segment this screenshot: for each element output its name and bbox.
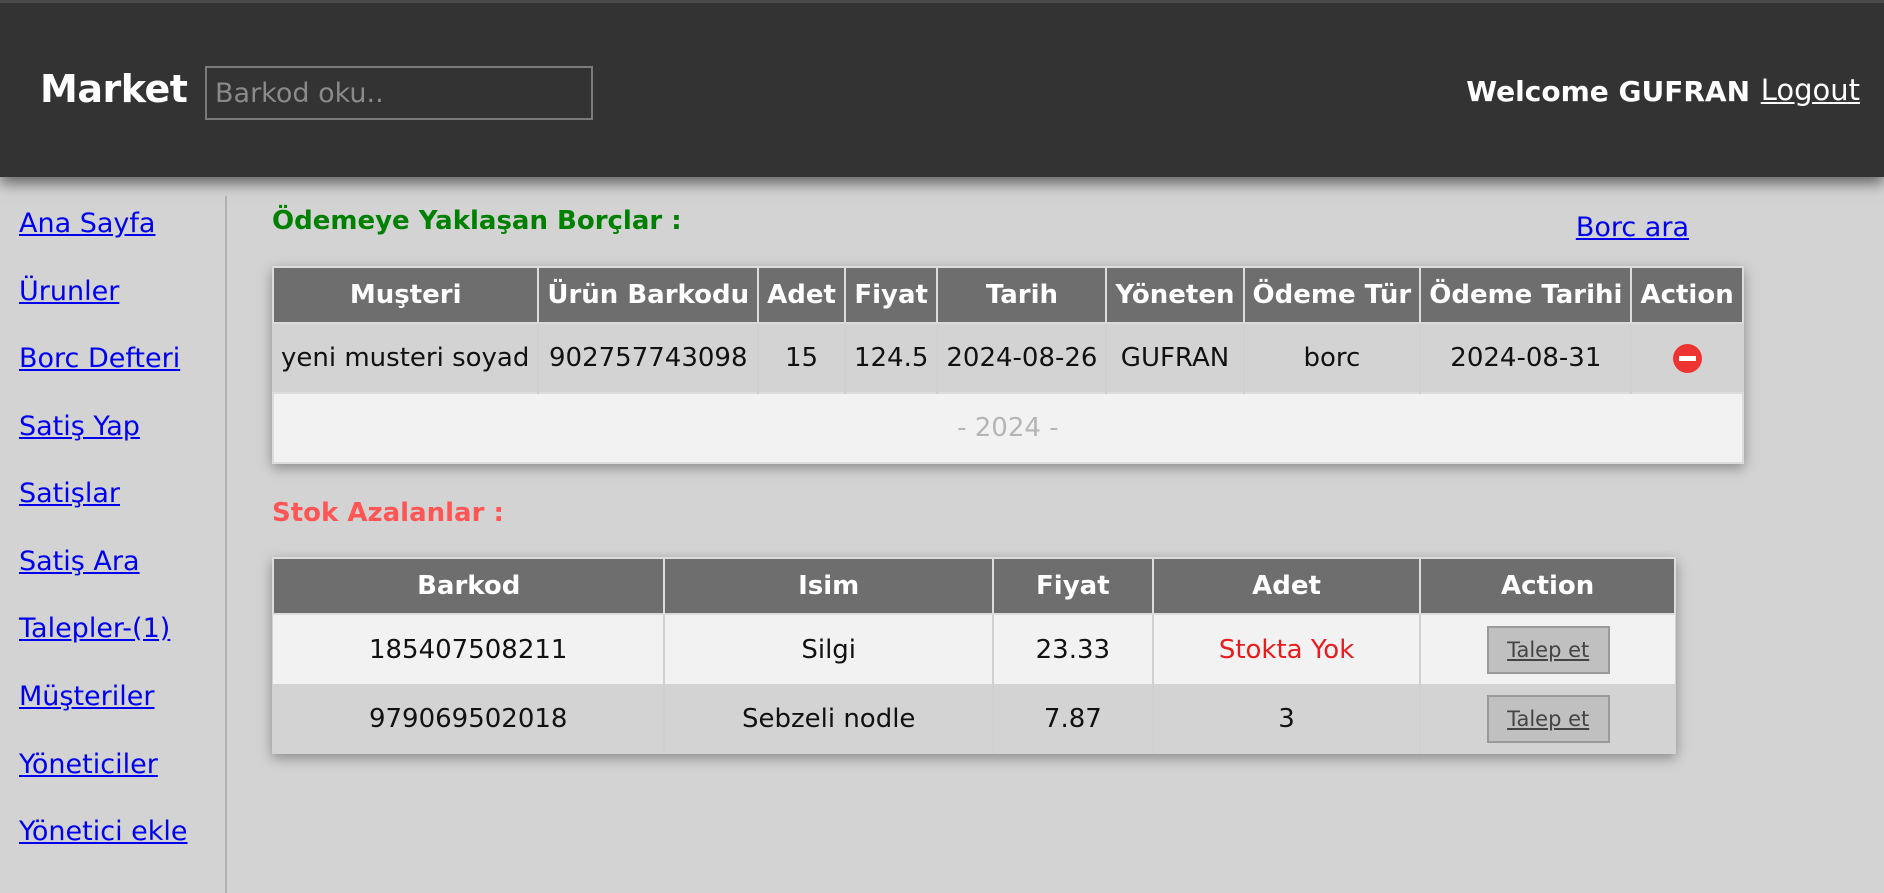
barcode-cell: 979069502018 [273, 684, 665, 754]
low-stock-section-title: Stok Azalanlar : [272, 498, 504, 528]
column-header: Fiyat [991, 557, 1154, 615]
column-header: Fiyat [843, 266, 939, 324]
sidebar-item-yonetici-ekle[interactable]: Yönetici ekle [19, 816, 188, 847]
sidebar-item-ana-sayfa[interactable]: Ana Sayfa [19, 208, 155, 239]
sidebar-item-borc-defteri[interactable]: Borc Defteri [19, 343, 180, 374]
remove-icon[interactable] [1673, 344, 1703, 373]
sidebar-item-urunler[interactable]: Ürunler [19, 276, 119, 307]
table-row: 979069502018 Sebzeli nodle 7.87 3 Talep … [273, 684, 1675, 754]
talep-et-button[interactable]: Talep et [1486, 695, 1610, 743]
name-cell: Silgi [663, 614, 993, 684]
price-cell: 124.5 [843, 323, 938, 393]
column-header: Action [1630, 266, 1744, 324]
brand-logo[interactable]: Market [40, 67, 188, 111]
year-label: - 2024 - [272, 392, 1744, 464]
column-header: Isim [663, 557, 994, 615]
column-header: Tarih [936, 266, 1108, 324]
price-cell: 23.33 [991, 614, 1153, 684]
table-header-row: Barkod Isim Fiyat Adet Action [271, 557, 1676, 615]
sidebar-item-talepler[interactable]: Talepler-(1) [19, 613, 170, 644]
manager-cell: GUFRAN [1105, 323, 1244, 393]
sidebar-item-musteriler[interactable]: Müşteriler [19, 681, 155, 712]
barcode-cell: 902757743098 [537, 323, 759, 393]
action-cell: Talep et [1419, 614, 1675, 684]
top-navbar: Market Welcome GUFRAN Logout [0, 0, 1884, 177]
sidebar: Ana Sayfa Ürunler Borc Defteri Satiş Yap… [0, 196, 227, 893]
debts-section-title: Ödemeye Yaklaşan Borçlar : [272, 206, 682, 236]
column-header: Muşteri [271, 266, 540, 324]
column-header: Ödeme Tarihi [1419, 266, 1633, 324]
qty-cell: 3 [1151, 684, 1421, 754]
column-header: Action [1419, 557, 1676, 615]
name-cell: Sebzeli nodle [663, 684, 993, 754]
column-header: Adet [1151, 557, 1422, 615]
table-row: 185407508211 Silgi 23.33 Stokta Yok Tale… [273, 614, 1675, 684]
table-header-row: Muşteri Ürün Barkodu Adet Fiyat Tarih Yö… [271, 266, 1744, 324]
payment-date-cell: 2024-08-31 [1419, 323, 1632, 393]
column-header: Yöneten [1105, 266, 1245, 324]
debts-table: Muşteri Ürün Barkodu Adet Fiyat Tarih Yö… [271, 266, 1744, 464]
table-row: yeni musteri soyad 902757743098 15 124.5… [273, 323, 1743, 393]
qty-cell: Stokta Yok [1151, 614, 1421, 684]
logout-link[interactable]: Logout [1761, 73, 1860, 107]
welcome-text: Welcome GUFRAN [1466, 75, 1750, 108]
barcode-cell: 185407508211 [273, 614, 665, 684]
talep-et-button[interactable]: Talep et [1486, 625, 1610, 674]
column-header: Barkod [271, 557, 666, 615]
barcode-search-input[interactable] [205, 66, 593, 120]
price-cell: 7.87 [991, 684, 1153, 754]
date-cell: 2024-08-26 [936, 323, 1107, 393]
column-header: Ürün Barkodu [537, 266, 760, 324]
action-cell [1630, 323, 1743, 393]
customer-cell: yeni musteri soyad [273, 323, 539, 393]
column-header: Adet [757, 266, 846, 324]
borc-ara-link[interactable]: Borc ara [1576, 212, 1689, 243]
sidebar-item-satislar[interactable]: Satişlar [19, 478, 120, 509]
payment-type-cell: borc [1242, 323, 1421, 393]
action-cell: Talep et [1419, 684, 1675, 754]
low-stock-table: Barkod Isim Fiyat Adet Action 1854075082… [271, 557, 1676, 754]
sidebar-item-satis-ara[interactable]: Satiş Ara [19, 546, 140, 577]
column-header: Ödeme Tür [1242, 266, 1422, 324]
qty-cell: 15 [757, 323, 845, 393]
year-separator-row: - 2024 - [272, 392, 1744, 464]
sidebar-item-yoneticiler[interactable]: Yöneticiler [19, 749, 158, 780]
sidebar-item-satis-yap[interactable]: Satiş Yap [19, 411, 140, 442]
